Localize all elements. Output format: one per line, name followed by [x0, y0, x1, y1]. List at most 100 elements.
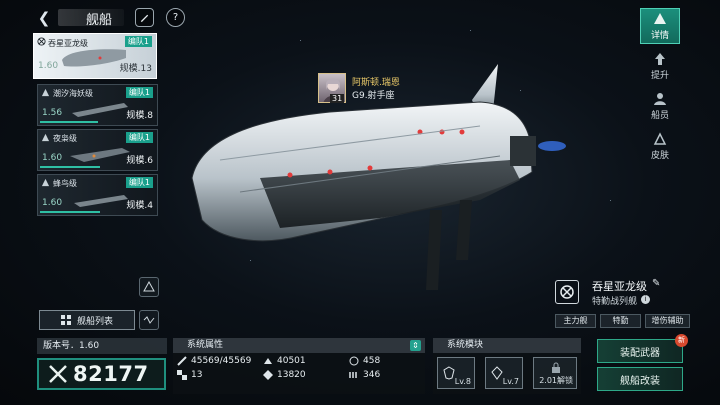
question-icon: ? — [172, 12, 179, 23]
ship-scale: 规模.8 — [126, 111, 153, 121]
edit-icon[interactable]: ✎ — [652, 278, 660, 289]
tab-label: 船员 — [650, 110, 669, 121]
brush-icon — [140, 14, 149, 23]
hull-icon — [177, 356, 187, 366]
ship-scale: 规模.13 — [119, 64, 152, 74]
progress-bar — [40, 211, 100, 213]
ship-thumbnail — [72, 103, 128, 117]
ship-card-1[interactable]: 潮汐海妖级 编队1 1.56 规模.8 — [37, 84, 158, 126]
crew-icon — [654, 92, 666, 105]
tab-detail[interactable]: 详情 — [640, 8, 680, 44]
info-icon[interactable]: i — [641, 295, 650, 304]
equip-weapon-button[interactable]: 装配武器 新 — [597, 334, 688, 363]
refit-button[interactable]: 舰船改装 — [597, 367, 683, 391]
progress-bar — [40, 166, 100, 168]
module-slot-1[interactable]: Lv.7 — [485, 357, 523, 389]
ship-card-2[interactable]: 夜枭级 编队1 1.60 规模.6 — [37, 129, 158, 171]
ship-card-0[interactable]: 吞星亚龙级 编队1 1.60 规模.13 — [33, 33, 157, 79]
wave-icon — [143, 316, 155, 324]
attributes-title: 系统属性 — [187, 340, 224, 350]
skin-icon — [653, 131, 667, 145]
new-badge: 新 — [675, 334, 688, 347]
attr-shield: 458 — [349, 356, 429, 366]
tab-crew[interactable]: 船员 — [640, 88, 680, 124]
help-button[interactable]: ? — [166, 8, 185, 27]
modules-panel: 系统模块 Lv.8 Lv.7 2.01解锁 — [433, 338, 581, 394]
chevron-left-icon: ❮ — [37, 9, 51, 27]
equip-weapon-label: 装配武器 — [620, 347, 660, 359]
ship-class-badge — [555, 280, 579, 304]
modules-header: 系统模块 — [433, 338, 581, 353]
grid-icon — [60, 315, 71, 325]
tab-label: 详情 — [650, 30, 669, 41]
progress-bar — [40, 121, 98, 123]
checker-icon — [177, 370, 187, 380]
attr-hull: 45569/45569 — [177, 356, 263, 366]
module-level: Lv.8 — [454, 377, 471, 386]
ship-name-title: 吞星亚龙级 — [592, 280, 647, 293]
upgrade-icon — [655, 52, 665, 65]
power-value: 82177 — [73, 362, 149, 386]
ship-class-icon — [41, 133, 50, 142]
attributes-expand-button[interactable]: ⇕ — [410, 340, 421, 351]
attr-value: 346 — [363, 370, 381, 380]
attr-speed: 346 — [349, 370, 429, 380]
shield-icon — [349, 356, 359, 366]
captain-position: G9.射手座 — [352, 91, 395, 101]
attr-armor: 40501 — [263, 356, 349, 366]
crossed-swords-icon — [49, 365, 67, 383]
tab-skin[interactable]: 皮肤 — [640, 128, 680, 164]
ship-info: 吞星亚龙级 ✎ 特勤战列舰 i 主力舰 特勤 增伤辅助 — [555, 276, 690, 330]
energy-icon — [263, 370, 273, 380]
ship-thumbnail — [74, 195, 128, 207]
attributes-panel: 系统属性 ⇕ 45569/45569 40501 458 13 13820 34… — [173, 338, 425, 394]
ship-class-icon — [41, 178, 50, 187]
ship-detail-icon — [654, 12, 666, 24]
ship-thumbnail — [70, 148, 130, 162]
lock-icon — [552, 362, 560, 373]
ship-class-icon — [41, 88, 50, 97]
fleet-list-button[interactable]: 舰船列表 — [39, 310, 135, 330]
module-slot-locked[interactable]: 2.01解锁 — [533, 357, 577, 389]
captain-level: 31 — [330, 94, 345, 103]
ship-scale: 规模.4 — [126, 201, 153, 211]
captain-name: 阿斯顿.瑞恩 — [352, 78, 400, 88]
armor-icon — [264, 358, 272, 364]
attr-value: 13820 — [277, 370, 306, 380]
ship-scale: 规模.6 — [126, 156, 153, 166]
filter-button[interactable] — [139, 310, 159, 330]
attr-energy: 13820 — [263, 370, 349, 380]
tab-label: 皮肤 — [650, 150, 669, 161]
fleet-list-label: 舰船列表 — [76, 316, 113, 327]
attr-slots: 13 — [177, 370, 263, 380]
power-box: 82177 — [37, 358, 166, 390]
attr-value: 45569/45569 — [191, 356, 252, 366]
module-level: Lv.7 — [502, 377, 519, 386]
module-slot-0[interactable]: Lv.8 — [437, 357, 475, 389]
role-tag-1: 特勤 — [600, 314, 641, 328]
back-button[interactable]: ❮ — [34, 8, 54, 28]
tab-upgrade[interactable]: 提升 — [640, 48, 680, 84]
page-title: 舰船 — [86, 13, 113, 28]
crosshair-icon — [560, 285, 574, 299]
ship-score: 1.60 — [42, 153, 63, 163]
refit-label: 舰船改装 — [620, 375, 660, 387]
role-tag-0: 主力舰 — [555, 314, 596, 328]
ship-score: 1.60 — [42, 198, 63, 208]
triangle-icon — [143, 281, 155, 292]
version-label: 版本号．1.60 — [37, 338, 167, 354]
ship-score: 1.56 — [42, 108, 63, 118]
ship-score: 1.60 — [38, 61, 59, 71]
captain-info[interactable]: 31 阿斯顿.瑞恩 G9.射手座 — [318, 73, 428, 107]
skin-brush-button[interactable] — [135, 8, 154, 27]
attributes-header: 系统属性 ⇕ — [173, 338, 425, 353]
role-tag-2: 增伤辅助 — [645, 314, 690, 328]
ship-role: 特勤战列舰 — [592, 297, 638, 307]
formation-button[interactable] — [139, 277, 159, 297]
module-unlock-label: 2.01解锁 — [539, 376, 573, 385]
ship-card-3[interactable]: 蜂鸟级 编队1 1.60 规模.4 — [37, 174, 158, 216]
attr-value: 458 — [363, 356, 381, 366]
speed-icon — [349, 372, 357, 378]
ship-class-icon — [37, 37, 46, 46]
attr-value: 40501 — [277, 356, 306, 366]
